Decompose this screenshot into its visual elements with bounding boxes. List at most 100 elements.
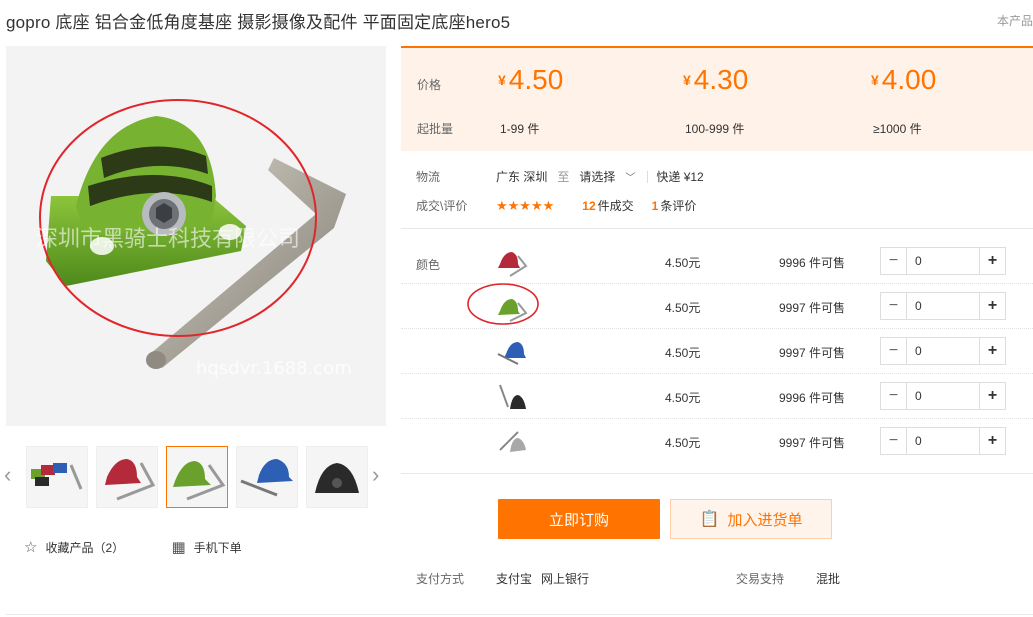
increase-button[interactable]: + — [979, 383, 1005, 409]
destination-select[interactable]: 请选择 ﹀ — [579, 168, 635, 185]
deal-suffix: 件成交 — [597, 199, 634, 213]
thumbnail-green[interactable] — [166, 446, 228, 508]
decrease-button[interactable]: − — [881, 293, 907, 319]
moq-label: 起批量 — [417, 122, 454, 136]
shipping-info: 广东 深圳 至 请选择 ﹀ 快递 ¥12 — [496, 168, 704, 185]
sku-stock: 9997 件可售 — [779, 436, 846, 450]
order-now-button[interactable]: 立即订购 — [498, 499, 660, 539]
bottom-divider — [6, 614, 1033, 615]
deals-label: 成交\评价 — [416, 199, 468, 213]
quantity-stepper: − 0 + — [880, 382, 1006, 410]
favorite-button[interactable]: ☆ 收藏产品（2） — [24, 538, 124, 556]
quantity-stepper: − 0 + — [880, 427, 1006, 455]
quantity-input[interactable]: 0 — [907, 293, 979, 319]
sku-stock: 9997 件可售 — [779, 301, 846, 315]
tier-2-price: ¥4.30 — [683, 64, 748, 96]
tier-1-range: 1-99 件 — [500, 122, 540, 136]
currency-symbol: ¥ — [498, 72, 506, 88]
review-count-link[interactable]: 1 条评价 — [652, 197, 697, 214]
quantity-input[interactable]: 0 — [907, 248, 979, 274]
thumbnail-strip: ‹ › — [0, 446, 395, 508]
decrease-button[interactable]: − — [881, 428, 907, 454]
increase-button[interactable]: + — [979, 338, 1005, 364]
decrease-button[interactable]: − — [881, 383, 907, 409]
tier-2-price-value: 4.30 — [693, 64, 749, 95]
quantity-input[interactable]: 0 — [907, 338, 979, 364]
trade-support-label: 交易支持 — [736, 572, 785, 586]
mobile-order-label: 手机下单 — [193, 540, 242, 555]
qr-code-icon: ▦ — [171, 539, 186, 556]
decrease-button[interactable]: − — [881, 248, 907, 274]
currency-symbol: ¥ — [683, 72, 691, 88]
price-block: 价格 起批量 ¥4.50 ¥4.30 ¥4.00 1-99 件 100-999 … — [401, 46, 1033, 151]
favorite-label: 收藏产品（2） — [45, 540, 125, 555]
sku-red-image[interactable] — [496, 246, 528, 278]
sku-stock: 9996 件可售 — [779, 256, 846, 270]
sku-silver-image[interactable] — [496, 426, 528, 458]
thumbnail-red[interactable] — [96, 446, 158, 508]
tier-3-range: ≥1000 件 — [873, 122, 922, 136]
sku-price: 4.50元 — [665, 301, 701, 315]
thumbnail-blue[interactable] — [236, 446, 298, 508]
increase-button[interactable]: + — [979, 428, 1005, 454]
star-outline-icon: ☆ — [24, 539, 38, 556]
decrease-button[interactable]: − — [881, 338, 907, 364]
ship-divider — [647, 170, 649, 183]
clipboard-icon: 📋 — [699, 511, 720, 528]
quantity-stepper: − 0 + — [880, 247, 1006, 275]
thumb-blue-image — [237, 447, 297, 507]
increase-button[interactable]: + — [979, 293, 1005, 319]
review-suffix: 条评价 — [660, 199, 697, 213]
logistics-label: 物流 — [416, 170, 441, 184]
left-actions: ☆ 收藏产品（2） ▦ 手机下单 — [24, 538, 286, 556]
payment-bank: 网上银行 — [541, 572, 590, 586]
tier-1-price-value: 4.50 — [508, 64, 564, 95]
currency-symbol: ¥ — [871, 72, 879, 88]
thumb-prev-icon[interactable]: ‹ — [4, 464, 11, 486]
gopro-mount-photo: 深圳市黑骑士科技有限公司 hqsdvr.1688.com — [6, 46, 386, 426]
title-right-link[interactable]: 本产品 — [997, 12, 1033, 29]
deal-info: ★★★★★ 12 件成交 1 条评价 — [496, 197, 714, 214]
sku-row-blue: 4.50元 9997 件可售 − 0 + — [401, 329, 1033, 374]
increase-button[interactable]: + — [979, 248, 1005, 274]
sku-black-image[interactable] — [496, 381, 528, 413]
quantity-input[interactable]: 0 — [907, 383, 979, 409]
tier-1-price: ¥4.50 — [498, 64, 563, 96]
payment-label: 支付方式 — [416, 572, 465, 586]
ship-to-word: 至 — [557, 170, 570, 184]
deal-count: 12 — [582, 199, 596, 213]
thumb-green-image — [167, 447, 227, 507]
tier-3-price-value: 4.00 — [881, 64, 937, 95]
sku-stock: 9997 件可售 — [779, 346, 846, 360]
sku-row-black: 4.50元 9996 件可售 − 0 + — [401, 374, 1033, 419]
sku-price: 4.50元 — [665, 436, 701, 450]
rating-stars-icon: ★★★★★ — [496, 197, 555, 213]
sku-price: 4.50元 — [665, 346, 701, 360]
thumbnail-black[interactable] — [306, 446, 368, 508]
sku-row-red: 4.50元 9996 件可售 − 0 + — [401, 239, 1033, 284]
product-title: gopro 底座 铝合金低角度基座 摄影摄像及配件 平面固定底座hero5 — [6, 13, 511, 32]
quantity-input[interactable]: 0 — [907, 428, 979, 454]
sku-blue-image[interactable] — [496, 336, 528, 368]
review-count: 1 — [651, 199, 659, 213]
section-divider — [401, 473, 1033, 474]
thumb-red-image — [97, 447, 157, 507]
thumb-black-image — [307, 447, 367, 507]
tier-3-price: ¥4.00 — [871, 64, 936, 96]
thumb-all-colors-image — [27, 447, 87, 507]
destination-placeholder: 请选择 — [579, 170, 616, 184]
chevron-down-icon: ﹀ — [625, 173, 636, 184]
tier-2-range: 100-999 件 — [685, 122, 745, 136]
section-divider — [401, 228, 1033, 229]
main-product-image[interactable]: 深圳市黑骑士科技有限公司 hqsdvr.1688.com — [6, 46, 386, 426]
sku-stock: 9996 件可售 — [779, 391, 846, 405]
trade-support-value: 混批 — [816, 572, 841, 586]
deal-count-link[interactable]: 12 件成交 — [582, 197, 633, 214]
quantity-stepper: − 0 + — [880, 292, 1006, 320]
thumbnail-all-colors[interactable] — [26, 446, 88, 508]
watermark-company: 深圳市黑骑士科技有限公司 — [36, 227, 300, 252]
mobile-order-button[interactable]: ▦ 手机下单 — [171, 538, 241, 556]
add-to-cart-button[interactable]: 📋 加入进货单 — [670, 499, 832, 539]
sku-row-silver: 4.50元 9997 件可售 − 0 + — [401, 419, 1033, 464]
thumb-next-icon[interactable]: › — [372, 464, 379, 486]
